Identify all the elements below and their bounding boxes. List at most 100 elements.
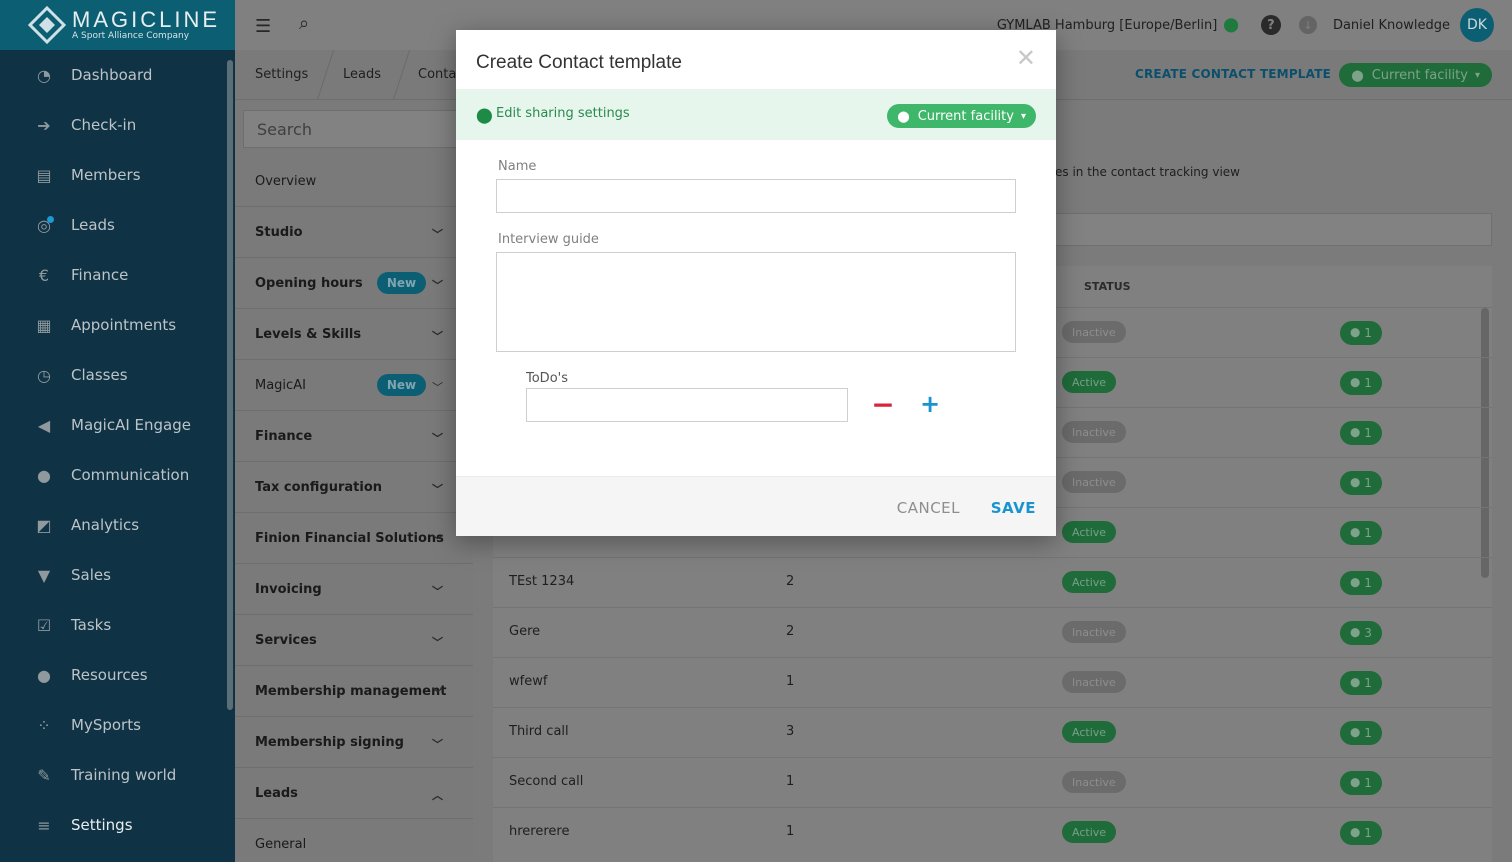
settings-search-input[interactable]: Search xyxy=(243,110,483,148)
sidebar-item-resources[interactable]: ● Resources xyxy=(0,650,235,700)
dialog-title: Create Contact template xyxy=(476,52,682,73)
facility-count-badge[interactable]: ⬤ 1 xyxy=(1340,821,1382,845)
sidebar-item-check-in[interactable]: ➔ Check-in xyxy=(0,100,235,150)
table-row[interactable]: Second call 1 Inactive ⬤ 1 xyxy=(493,757,1492,807)
facility-count-badge[interactable]: ⬤ 1 xyxy=(1340,671,1382,695)
edit-sharing-settings-link[interactable]: Edit sharing settings xyxy=(496,106,630,121)
location-pin-icon: ⬤ xyxy=(1350,628,1361,638)
sidebar-item-members[interactable]: ▤ Members xyxy=(0,150,235,200)
sidebar-item-sales[interactable]: ▼ Sales xyxy=(0,550,235,600)
checkbox-icon: ☑ xyxy=(36,615,52,635)
facility-count-badge[interactable]: ⬤ 1 xyxy=(1340,571,1382,595)
chevron-up-icon[interactable]: ︿ xyxy=(432,787,443,803)
settings-item-opening-hours[interactable]: Opening hours New ﹀ xyxy=(235,258,473,309)
table-row[interactable]: hrererere 1 Active ⬤ 1 xyxy=(493,807,1492,857)
sidebar-scrollbar[interactable] xyxy=(227,60,233,710)
main-sidebar: MAGICLINE A Sport Alliance Company ◔ Dash… xyxy=(0,0,235,862)
chevron-down-icon[interactable]: ﹀ xyxy=(432,532,443,548)
table-row[interactable]: Gere 2 Inactive ⬤ 3 xyxy=(493,607,1492,657)
magicline-logo[interactable]: MAGICLINE A Sport Alliance Company xyxy=(0,0,235,50)
settings-item-membership-management[interactable]: Membership management ﹀ xyxy=(235,666,473,717)
global-search-icon[interactable]: ⌕ xyxy=(299,13,309,34)
chat-icon: ● xyxy=(37,465,51,485)
settings-item-general[interactable]: General xyxy=(235,819,473,862)
sidebar-item-mysports[interactable]: ⁘ MySports xyxy=(0,700,235,750)
cart-icon: ▼ xyxy=(37,565,51,585)
settings-item-label: Overview xyxy=(255,173,317,189)
facility-select-button[interactable]: ⬤ Current facility ▾ xyxy=(887,104,1036,128)
calendar-icon: ▦ xyxy=(36,315,52,335)
settings-item-levels-skills[interactable]: Levels & Skills ﹀ xyxy=(235,309,473,360)
chevron-down-icon[interactable]: ﹀ xyxy=(432,583,443,599)
facility-count-badge[interactable]: ⬤ 1 xyxy=(1340,321,1382,345)
settings-item-finance[interactable]: Finance ﹀ xyxy=(235,411,473,462)
chevron-down-icon[interactable]: ﹀ xyxy=(432,481,443,497)
chevron-down-icon[interactable]: ﹀ xyxy=(432,379,443,395)
facility-count-badge[interactable]: ⬤ 3 xyxy=(1340,621,1382,645)
add-todo-icon[interactable]: + xyxy=(920,392,940,416)
interview-guide-textarea[interactable] xyxy=(496,252,1016,352)
status-column-header[interactable]: STATUS xyxy=(1084,280,1131,293)
chevron-down-icon[interactable]: ﹀ xyxy=(432,328,443,344)
table-row[interactable]: Third call 3 Active ⬤ 1 xyxy=(493,707,1492,757)
sidebar-item-training-world[interactable]: ✎ Training world xyxy=(0,750,235,800)
sidebar-item-settings[interactable]: ≡ Settings xyxy=(0,800,235,850)
settings-item-overview[interactable]: Overview xyxy=(235,156,473,207)
facility-count-badge[interactable]: ⬤ 1 xyxy=(1340,471,1382,495)
facility-select-label: Current facility xyxy=(917,108,1014,124)
chevron-down-icon[interactable]: ﹀ xyxy=(432,736,443,752)
sidebar-item-dashboard[interactable]: ◔ Dashboard xyxy=(0,50,235,100)
settings-item-studio[interactable]: Studio ﹀ xyxy=(235,207,473,258)
chevron-down-icon[interactable]: ﹀ xyxy=(432,430,443,446)
facility-count-badge[interactable]: ⬤ 1 xyxy=(1340,421,1382,445)
location-pin-icon: ⬤ xyxy=(1350,828,1361,838)
location-pin-icon: ⬤ xyxy=(1350,728,1361,738)
settings-item-leads[interactable]: Leads ︿ xyxy=(235,768,473,819)
facility-count-badge[interactable]: ⬤ 1 xyxy=(1340,521,1382,545)
facility-count-badge[interactable]: ⬤ 1 xyxy=(1340,721,1382,745)
facility-count-badge[interactable]: ⬤ 1 xyxy=(1340,371,1382,395)
remove-todo-icon[interactable]: − xyxy=(871,391,894,419)
save-button[interactable]: SAVE xyxy=(991,499,1036,517)
template-name: wfewf xyxy=(509,674,548,689)
sidebar-item-classes[interactable]: ◷ Classes xyxy=(0,350,235,400)
create-contact-template-link[interactable]: CREATE CONTACT TEMPLATE xyxy=(1135,67,1331,81)
status-badge: Active xyxy=(1062,821,1117,843)
menu-toggle-icon[interactable]: ☰ xyxy=(255,16,271,37)
user-name[interactable]: Daniel Knowledge xyxy=(1333,18,1450,33)
sidebar-item-magicai-engage[interactable]: ◀ MagicAI Engage xyxy=(0,400,235,450)
facility-count-badge[interactable]: ⬤ 1 xyxy=(1340,771,1382,795)
table-row[interactable]: TEst 1234 2 Active ⬤ 1 xyxy=(493,557,1492,607)
help-icon[interactable]: ? xyxy=(1260,15,1281,35)
download-icon[interactable]: ↓ xyxy=(1298,16,1317,34)
sidebar-item-finance[interactable]: € Finance xyxy=(0,250,235,300)
chevron-down-icon[interactable]: ﹀ xyxy=(432,277,443,293)
settings-item-services[interactable]: Services ﹀ xyxy=(235,615,473,666)
location-pin-icon: ⬤ xyxy=(1350,328,1361,338)
chevron-down-icon[interactable]: ﹀ xyxy=(432,634,443,650)
sidebar-item-appointments[interactable]: ▦ Appointments xyxy=(0,300,235,350)
settings-item-tax-configuration[interactable]: Tax configuration ﹀ xyxy=(235,462,473,513)
cancel-button[interactable]: CANCEL xyxy=(897,499,960,517)
settings-item-magicai[interactable]: MagicAI New ﹀ xyxy=(235,360,473,411)
user-avatar[interactable]: DK xyxy=(1460,8,1494,42)
name-input[interactable] xyxy=(496,179,1016,213)
facility-filter-button[interactable]: ⬤ Current facility ▾ xyxy=(1339,63,1492,87)
breadcrumb-settings[interactable]: Settings xyxy=(255,67,308,82)
sidebar-item-leads[interactable]: ◎ Leads xyxy=(0,200,235,250)
status-badge: Active xyxy=(1062,721,1117,743)
sidebar-item-label: Tasks xyxy=(71,616,112,634)
settings-item-membership-signing[interactable]: Membership signing ﹀ xyxy=(235,717,473,768)
sidebar-item-analytics[interactable]: ◩ Analytics xyxy=(0,500,235,550)
settings-item-invoicing[interactable]: Invoicing ﹀ xyxy=(235,564,473,615)
chevron-down-icon[interactable]: ﹀ xyxy=(432,226,443,242)
chevron-down-icon[interactable]: ﹀ xyxy=(432,685,443,701)
close-icon[interactable]: ✕ xyxy=(1016,46,1036,70)
todo-input[interactable] xyxy=(526,388,848,422)
table-row[interactable]: wfewf 1 Inactive ⬤ 1 xyxy=(493,657,1492,707)
breadcrumb-leads[interactable]: Leads xyxy=(343,67,381,82)
page-description: es in the contact tracking view xyxy=(1055,165,1240,179)
settings-item-finion-financial-solutions[interactable]: Finion Financial Solutions ﹀ xyxy=(235,513,473,564)
sidebar-item-communication[interactable]: ● Communication xyxy=(0,450,235,500)
sidebar-item-tasks[interactable]: ☑ Tasks xyxy=(0,600,235,650)
